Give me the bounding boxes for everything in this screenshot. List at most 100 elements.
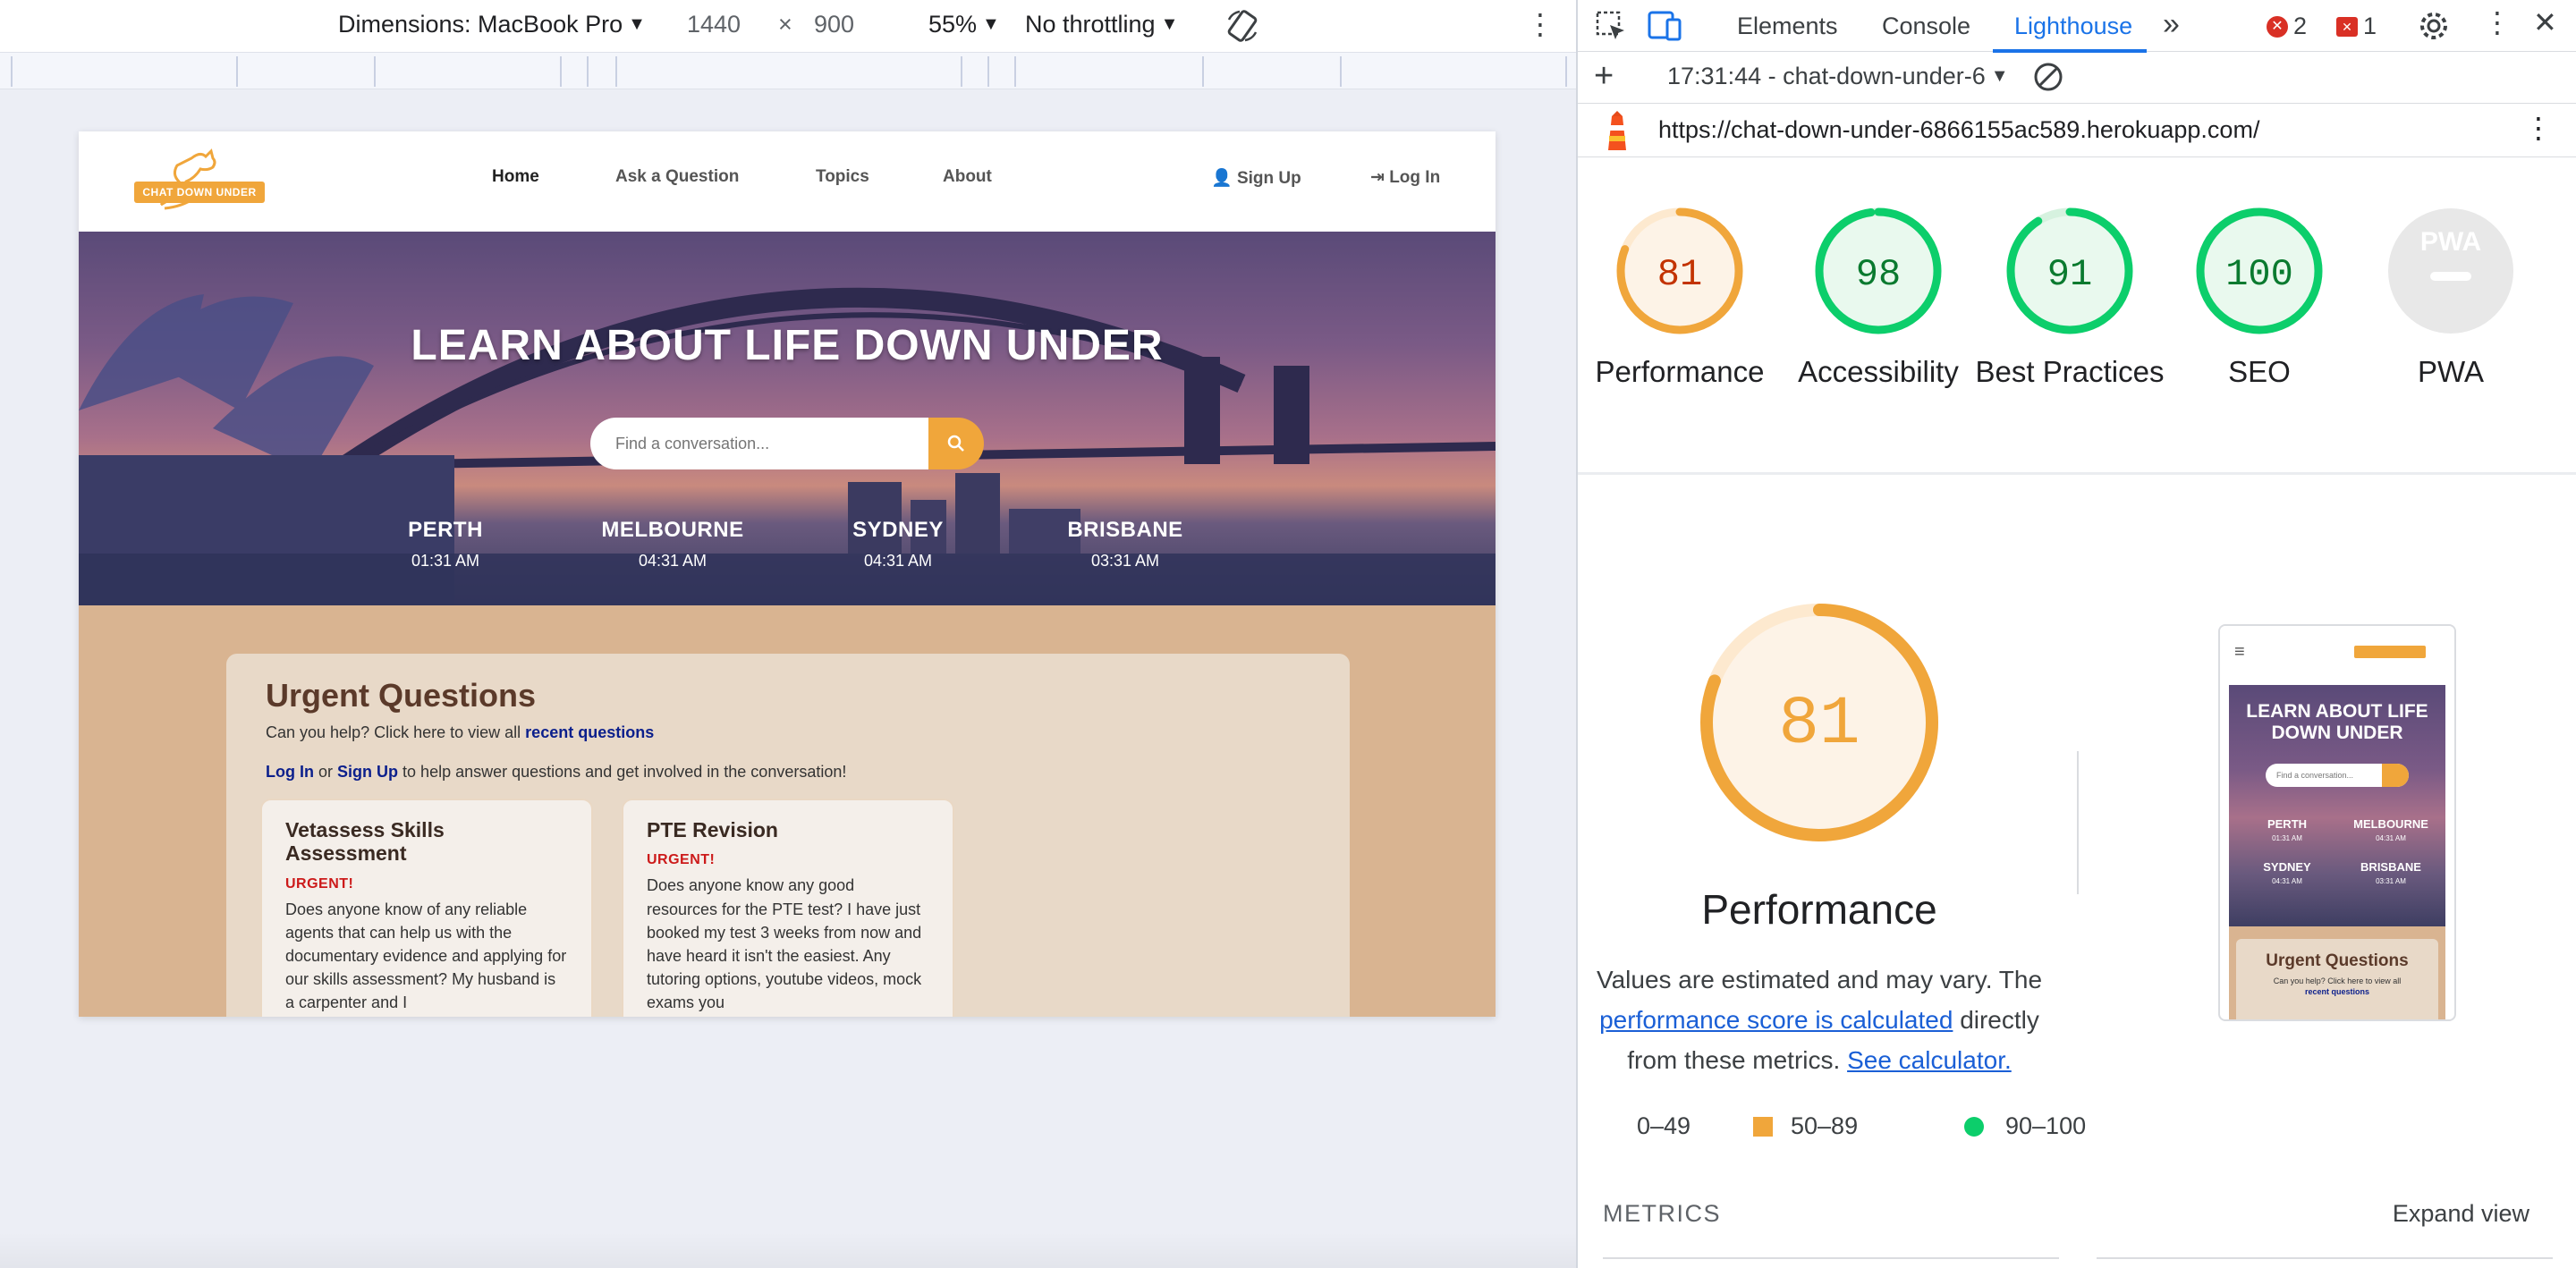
kebab-menu-icon[interactable]: ⋮ (2524, 111, 2553, 145)
city-name: MELBOURNE (601, 518, 744, 542)
urgent-questions-subtitle: Can you help? Click here to view all rec… (266, 723, 654, 742)
score-gauge-best-practices[interactable]: 91 Best Practices (1975, 204, 2165, 393)
report-selector-dropdown[interactable]: 17:31:44 - chat-down-under-6 ▼ (1667, 63, 2009, 90)
close-icon[interactable]: ✕ (2533, 5, 2557, 39)
gauge-label: Best Practices (1975, 355, 2165, 388)
device-dimensions-dropdown[interactable]: Dimensions: MacBook Pro ▼ (338, 11, 646, 38)
question-title: Vetassess Skills Assessment (285, 818, 445, 866)
ruler-segment (961, 56, 962, 87)
device-toggle-icon[interactable] (1648, 9, 1683, 49)
nav-ask-question-link[interactable]: Ask a Question (615, 167, 739, 187)
error-icon: ✕ (2267, 15, 2288, 38)
legend-average-label: 50–89 (1791, 1112, 1859, 1139)
gauge-ring: 100 (2196, 207, 2323, 334)
city-name: SYDNEY (852, 518, 944, 542)
new-report-icon[interactable]: + (1594, 57, 1614, 96)
nav-login-link[interactable]: ⇥ Log In (1370, 167, 1440, 188)
device-height-input[interactable]: 900 (814, 11, 854, 38)
preview-search-placeholder: Find a conversation... (2276, 771, 2354, 781)
urgent-sub-text: Can you help? Click here to view all (266, 723, 521, 741)
block-icon[interactable] (2032, 61, 2064, 99)
error-count: 2 (2293, 13, 2308, 39)
metrics-header: METRICS Expand view (1578, 1186, 2576, 1239)
signup-link[interactable]: Sign Up (337, 763, 398, 781)
nav-about-link[interactable]: About (943, 167, 992, 187)
login-link[interactable]: Log In (266, 763, 314, 781)
nav-topics-link[interactable]: Topics (816, 167, 869, 187)
site-logo-text: CHAT DOWN UNDER (134, 182, 265, 203)
question-body: Does anyone know of any reliable agents … (285, 900, 567, 1012)
tab-console[interactable]: Console (1882, 13, 1970, 40)
ruler-segment (1565, 56, 1567, 87)
pwa-badge-text: PWA (2420, 227, 2481, 257)
error-counter[interactable]: ✕ 2 (2267, 13, 2307, 40)
nav-signup-link[interactable]: 👤 Sign Up (1211, 167, 1301, 189)
nav-home-link[interactable]: Home (492, 167, 539, 187)
preview-hero: LEARN ABOUT LIFE DOWN UNDER Find a conve… (2229, 685, 2445, 926)
ruler-segment (236, 56, 238, 87)
lighthouse-report-bar: + 17:31:44 - chat-down-under-6 ▼ (1578, 52, 2576, 104)
question-card[interactable]: PTE Revision URGENT! Does anyone know an… (622, 799, 954, 1017)
search-button[interactable] (928, 418, 984, 469)
urgent-tag: URGENT! (647, 852, 716, 868)
question-card[interactable]: Vetassess Skills Assessment URGENT! Does… (260, 799, 593, 1017)
big-gauge-ring: 81 (1700, 604, 1938, 841)
gauge-score-value: 91 (2047, 253, 2092, 296)
city-clock-brisbane: BRISBANE 03:31 AM (1045, 518, 1206, 571)
city-clock-melbourne: MELBOURNE 04:31 AM (592, 518, 753, 571)
emulated-viewport: CHAT DOWN UNDER Home Ask a Question Topi… (79, 131, 1496, 1017)
lighthouse-icon (1601, 111, 1633, 158)
kebab-menu-icon[interactable]: ⋮ (1526, 7, 1555, 41)
score-gauge-accessibility[interactable]: 98 Accessibility (1782, 204, 1975, 393)
recent-questions-link[interactable]: recent questions (525, 723, 654, 741)
city-time: 04:31 AM (638, 552, 708, 570)
legend-fail-label: 0–49 (1637, 1112, 1691, 1139)
chevron-down-icon: ▼ (1160, 14, 1179, 34)
performance-note: Values are estimated and may vary. The p… (1578, 960, 2061, 1080)
urgent-tag: URGENT! (285, 875, 354, 892)
site-logo[interactable]: CHAT DOWN UNDER (129, 146, 272, 217)
kebab-menu-icon[interactable]: ⋮ (2483, 5, 2512, 39)
preview-search: Find a conversation... (2266, 764, 2409, 788)
more-tabs-icon[interactable]: » (2163, 7, 2180, 42)
score-gauge-seo[interactable]: 100 SEO (2165, 204, 2354, 393)
ruler-segment (615, 56, 617, 87)
media-query-ruler[interactable] (0, 52, 1576, 89)
search-icon (947, 435, 964, 452)
device-dimensions-label: Dimensions: MacBook Pro (338, 11, 623, 38)
score-gauge-pwa[interactable]: PWA PWA (2354, 204, 2547, 393)
gauge-label: Accessibility (1798, 355, 1959, 388)
preview-city: PERTH 01:31 AM (2238, 817, 2336, 842)
gear-icon[interactable] (2417, 9, 2451, 49)
preview-city: SYDNEY 04:31 AM (2238, 860, 2336, 885)
hero-banner: LEARN ABOUT LIFE DOWN UNDER PERTH 01:31 … (79, 232, 1496, 605)
see-calculator-link[interactable]: See calculator. (1847, 1046, 2012, 1074)
preview-city-name: MELBOURNE (2353, 817, 2428, 831)
issues-counter[interactable]: ✕ 1 (2336, 13, 2377, 40)
gauge-score-value: 100 (2225, 253, 2293, 296)
chevron-down-icon: ▼ (982, 14, 1000, 34)
preview-recent-link: recent questions (2304, 987, 2370, 996)
score-calculated-link[interactable]: performance score is calculated (1599, 1006, 1953, 1034)
conversation-search-input[interactable] (590, 418, 928, 469)
legend-pass-label: 90–100 (2005, 1112, 2087, 1139)
question-body: Does anyone know any good resources for … (647, 876, 922, 1011)
tab-lighthouse[interactable]: Lighthouse (2014, 13, 2132, 40)
zoom-dropdown[interactable]: 55% ▼ (928, 11, 1000, 38)
device-width-input[interactable]: 1440 (687, 11, 741, 38)
final-screenshot-preview[interactable]: ≡ LEARN ABOUT LIFE DOWN UNDER Find a con… (2218, 624, 2456, 1021)
inspect-element-icon[interactable] (1594, 9, 1628, 49)
device-toolbar: Dimensions: MacBook Pro ▼ 1440 × 900 55%… (0, 0, 1576, 52)
preview-logo (2354, 646, 2426, 658)
score-gauge-performance[interactable]: 81 Performance (1578, 204, 1782, 393)
gauge-score-value: 98 (1856, 253, 1901, 296)
expand-view-button[interactable]: Expand view (2393, 1200, 2529, 1228)
metrics-title: METRICS (1603, 1200, 1721, 1227)
throttling-dropdown[interactable]: No throttling ▼ (1025, 11, 1178, 38)
preview-city: BRISBANE 03:31 AM (2342, 860, 2440, 885)
ruler-segment (987, 56, 989, 87)
audited-url: https://chat-down-under-6866155ac589.her… (1658, 116, 2260, 143)
tab-elements[interactable]: Elements (1737, 13, 1838, 40)
rotate-icon[interactable] (1224, 7, 1261, 51)
city-time: 01:31 AM (411, 552, 480, 570)
